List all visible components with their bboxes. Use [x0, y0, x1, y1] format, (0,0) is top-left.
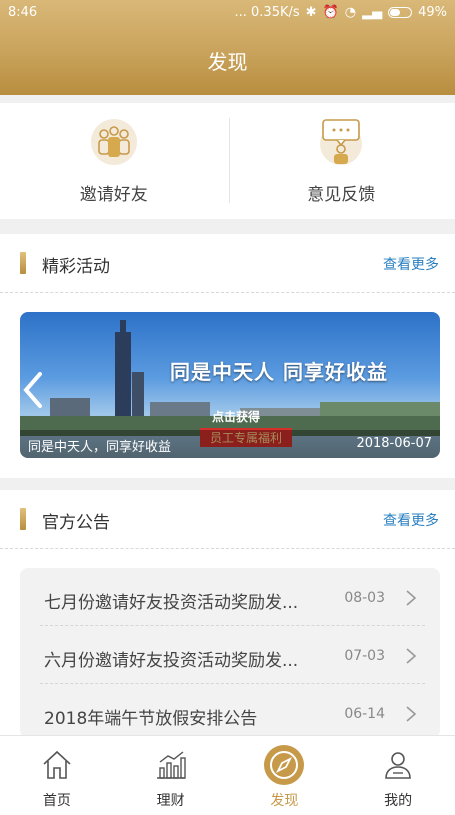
- battery-icon: [388, 7, 412, 18]
- activities-title: 精彩活动: [42, 252, 110, 277]
- announcement-item[interactable]: 2018年端午节放假安排公告 06-14: [40, 684, 425, 741]
- feedback-icon: [317, 118, 365, 166]
- signal-icon: ▂▄: [362, 5, 382, 20]
- activities-more-link[interactable]: 查看更多: [383, 254, 439, 274]
- tab-mine-label: 我的: [341, 790, 455, 810]
- banner-date: 2018-06-07: [356, 436, 432, 451]
- tab-discover-label: 发现: [228, 790, 342, 810]
- announcement-item[interactable]: 六月份邀请好友投资活动奖励发... 07-03: [40, 626, 425, 684]
- activities-header: 精彩活动 查看更多: [0, 234, 455, 293]
- announcement-title: 六月份邀请好友投资活动奖励发...: [44, 646, 298, 671]
- home-icon: [40, 748, 74, 782]
- network-speed: ... 0.35K/s: [235, 5, 300, 20]
- announcements-header: 官方公告 查看更多: [0, 490, 455, 549]
- banner-prev-arrow-icon[interactable]: [20, 370, 48, 410]
- section-marker: [20, 508, 26, 530]
- banner-caption: 同是中天人，同享好收益 2018-06-07: [20, 430, 440, 458]
- status-time: 8:46: [8, 5, 37, 20]
- announcement-title: 2018年端午节放假安排公告: [44, 704, 257, 729]
- announcements-more-link[interactable]: 查看更多: [383, 510, 439, 530]
- alarm-icon: ⏰: [323, 5, 339, 20]
- banner-caption-text: 同是中天人，同享好收益: [28, 436, 171, 455]
- top-header: 8:46 ... 0.35K/s ✱ ⏰ ◔ ▂▄ 49% 发现: [0, 0, 455, 95]
- feedback-button[interactable]: 意见反馈: [228, 103, 455, 219]
- invite-friends-button[interactable]: 邀请好友: [0, 103, 228, 219]
- status-bar: 8:46 ... 0.35K/s ✱ ⏰ ◔ ▂▄ 49%: [0, 0, 455, 28]
- chevron-right-icon: [405, 706, 417, 722]
- user-icon: [381, 748, 415, 782]
- quick-actions: 邀请好友 意见反馈: [0, 103, 455, 219]
- wifi-icon: ◔: [345, 5, 356, 20]
- announcement-title: 七月份邀请好友投资活动奖励发...: [44, 588, 298, 613]
- compass-icon: [263, 744, 305, 786]
- announcement-date: 07-03: [344, 648, 385, 664]
- announcement-date: 08-03: [344, 590, 385, 606]
- banner-slogan: 同是中天人 同享好收益: [170, 356, 388, 385]
- bluetooth-icon: ✱: [306, 5, 317, 20]
- tab-discover[interactable]: 发现: [228, 736, 342, 815]
- tab-home[interactable]: 首页: [0, 736, 114, 815]
- banner-click-text: 点击获得: [212, 408, 260, 425]
- announcement-item[interactable]: 七月份邀请好友投资活动奖励发... 08-03: [40, 568, 425, 626]
- status-icons: ... 0.35K/s ✱ ⏰ ◔ ▂▄ 49%: [235, 5, 448, 20]
- finance-chart-icon: [154, 748, 188, 782]
- chevron-right-icon: [405, 590, 417, 606]
- announcements-title: 官方公告: [42, 508, 110, 533]
- tab-mine[interactable]: 我的: [341, 736, 455, 815]
- invite-friends-icon: [90, 118, 138, 166]
- bottom-tab-bar: 首页 理财 发现 我的: [0, 735, 455, 815]
- feedback-label: 意见反馈: [228, 180, 455, 205]
- tab-home-label: 首页: [0, 790, 114, 810]
- chevron-right-icon: [405, 648, 417, 664]
- tab-finance-label: 理财: [114, 790, 228, 810]
- page-title: 发现: [0, 46, 455, 75]
- activity-banner[interactable]: 同是中天人 同享好收益 点击获得 员工专属福利 同是中天人，同享好收益 2018…: [20, 312, 440, 458]
- battery-level: 49%: [418, 5, 447, 20]
- announcement-list: 七月份邀请好友投资活动奖励发... 08-03 六月份邀请好友投资活动奖励发..…: [20, 568, 440, 738]
- announcement-date: 06-14: [344, 706, 385, 722]
- invite-friends-label: 邀请好友: [0, 180, 228, 205]
- section-marker: [20, 252, 26, 274]
- tab-finance[interactable]: 理财: [114, 736, 228, 815]
